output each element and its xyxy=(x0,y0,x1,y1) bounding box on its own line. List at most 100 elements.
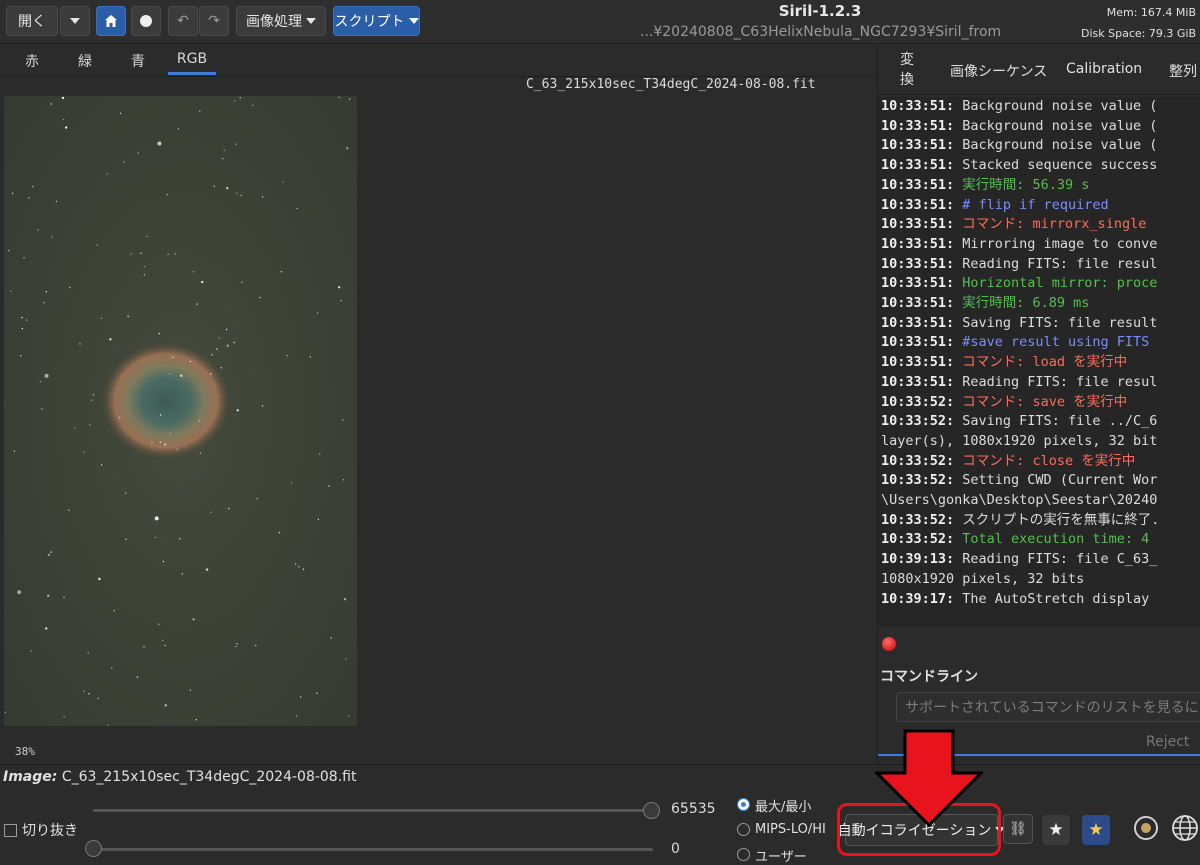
status-indicator-icon xyxy=(882,637,896,651)
log-message: Saving FITS: file ../C_6 xyxy=(954,413,1158,430)
nebula-image xyxy=(4,96,357,726)
chevron-down-icon xyxy=(70,18,80,24)
star-dot xyxy=(235,192,238,194)
scripts-menu[interactable]: スクリプト xyxy=(333,6,420,36)
star-dot xyxy=(234,100,236,102)
radio-user[interactable] xyxy=(737,848,750,861)
star-dot xyxy=(189,360,192,363)
star-dot xyxy=(28,197,30,199)
star-dot xyxy=(4,711,6,714)
star-dot xyxy=(233,341,235,344)
star-dot xyxy=(239,97,241,99)
window-title: Siril-1.2.3 xyxy=(778,2,862,20)
star-dot xyxy=(196,303,198,305)
star-dot xyxy=(342,419,344,421)
globe-button[interactable] xyxy=(1170,813,1200,843)
star-dot xyxy=(23,257,25,259)
command-input[interactable]: サポートされているコマンドのリストを見るには ``hel xyxy=(896,692,1200,722)
star-dot xyxy=(96,244,98,246)
log-message: Setting CWD (Current Wor xyxy=(954,472,1158,489)
home-button[interactable] xyxy=(96,6,126,36)
star-dot xyxy=(328,485,330,487)
star-dot xyxy=(111,667,113,669)
log-timestamp: 10:39:13: xyxy=(881,551,955,568)
tab-registration[interactable]: 整列 xyxy=(1169,61,1197,81)
star-dot xyxy=(41,408,43,410)
tab-convert[interactable]: 変換 xyxy=(900,50,918,90)
star-dot xyxy=(316,312,319,314)
open-button[interactable]: 開く xyxy=(6,6,58,36)
radio-minmax[interactable] xyxy=(737,798,750,811)
low-slider-track[interactable] xyxy=(93,848,653,851)
star-icon: ★ xyxy=(1048,820,1064,840)
log-message: #save result using FITS xyxy=(954,334,1150,351)
star-dot xyxy=(192,618,195,621)
log-message: Reading FITS: file resul xyxy=(954,255,1158,272)
image-canvas[interactable] xyxy=(4,96,357,726)
log-timestamp: 10:39:17: xyxy=(881,590,955,607)
image-processing-menu[interactable]: 画像処理 xyxy=(236,6,326,36)
star-dot xyxy=(83,690,86,692)
star-dot xyxy=(65,126,68,129)
star-dot xyxy=(348,715,350,717)
log-line: 10:33:52: Saving FITS: file ../C_6 xyxy=(881,412,1200,432)
star-dot xyxy=(158,332,160,335)
tab-red[interactable]: 赤 xyxy=(20,51,44,75)
star-dot xyxy=(87,652,89,654)
photometry-button[interactable] xyxy=(1130,813,1162,843)
star-dot xyxy=(302,568,305,570)
log-message: Reading FITS: file resul xyxy=(954,373,1158,390)
star-dot xyxy=(235,645,237,648)
chain-link-button[interactable]: ⛓ xyxy=(1003,814,1033,844)
star-dot xyxy=(348,98,351,100)
open-button-label: 開く xyxy=(18,14,46,30)
low-slider-thumb[interactable] xyxy=(85,840,102,857)
star-dot xyxy=(180,374,183,377)
high-slider-thumb[interactable] xyxy=(643,802,660,819)
star-dot xyxy=(143,265,146,268)
star-dot xyxy=(98,577,101,581)
star-dot xyxy=(179,538,181,540)
log-timestamp: 10:33:52: xyxy=(881,511,955,528)
star-dot xyxy=(137,152,139,154)
log-message: Mirroring image to conve xyxy=(954,235,1158,252)
high-slider-track[interactable] xyxy=(93,809,653,812)
tab-green[interactable]: 緑 xyxy=(73,51,97,75)
star-dot xyxy=(164,704,167,707)
open-menu-button[interactable] xyxy=(60,6,90,36)
star-dot xyxy=(192,271,195,273)
undo-button[interactable]: ↶ xyxy=(168,6,198,36)
log-message: コマンド: load を実行中 xyxy=(954,354,1128,371)
log-timestamp: 10:33:51: xyxy=(881,196,955,213)
star-tool-button[interactable]: ★ xyxy=(1042,815,1070,845)
star-dot xyxy=(39,381,42,383)
redo-button[interactable]: ↷ xyxy=(199,6,229,36)
star-dot xyxy=(97,697,99,700)
live-stack-button[interactable] xyxy=(131,6,161,36)
log-timestamp: 10:33:52: xyxy=(881,452,955,469)
tab-rgb[interactable]: RGB xyxy=(168,51,216,75)
star-dot xyxy=(63,596,65,599)
console-log[interactable]: 10:33:51: Background noise value (10:33:… xyxy=(878,97,1200,627)
tab-blue[interactable]: 青 xyxy=(126,51,150,75)
crop-label: 切り抜き xyxy=(22,823,78,839)
star-dot xyxy=(298,566,300,568)
log-line: 10:33:51: Background noise value ( xyxy=(881,97,1200,117)
log-line: 10:39:17: The AutoStretch display xyxy=(881,590,1200,610)
crop-checkbox[interactable] xyxy=(4,824,17,837)
star-dot xyxy=(62,118,65,121)
radio-mips[interactable] xyxy=(737,823,750,836)
star-color-button[interactable]: ★ xyxy=(1082,815,1110,845)
header-bar: 開く ↶ ↷ 画像処理 スクリプト Siril-1.2.3 ...¥202408… xyxy=(0,0,1200,44)
tab-sequence[interactable]: 画像シーケンス xyxy=(950,61,1047,81)
log-message: Background noise value ( xyxy=(954,117,1158,134)
tab-calibration[interactable]: Calibration xyxy=(1066,61,1142,77)
log-message: Saving FITS: file result xyxy=(954,314,1158,331)
star-dot xyxy=(45,291,47,293)
channel-tabs: 赤 緑 青 RGB xyxy=(0,45,876,77)
log-message: コマンド: mirrorx_single xyxy=(954,216,1147,233)
log-message: # flip if required xyxy=(954,196,1109,213)
star-dot xyxy=(90,399,93,401)
star-dot xyxy=(345,658,347,660)
log-line: 10:33:52: コマンド: save を実行中 xyxy=(881,393,1200,413)
